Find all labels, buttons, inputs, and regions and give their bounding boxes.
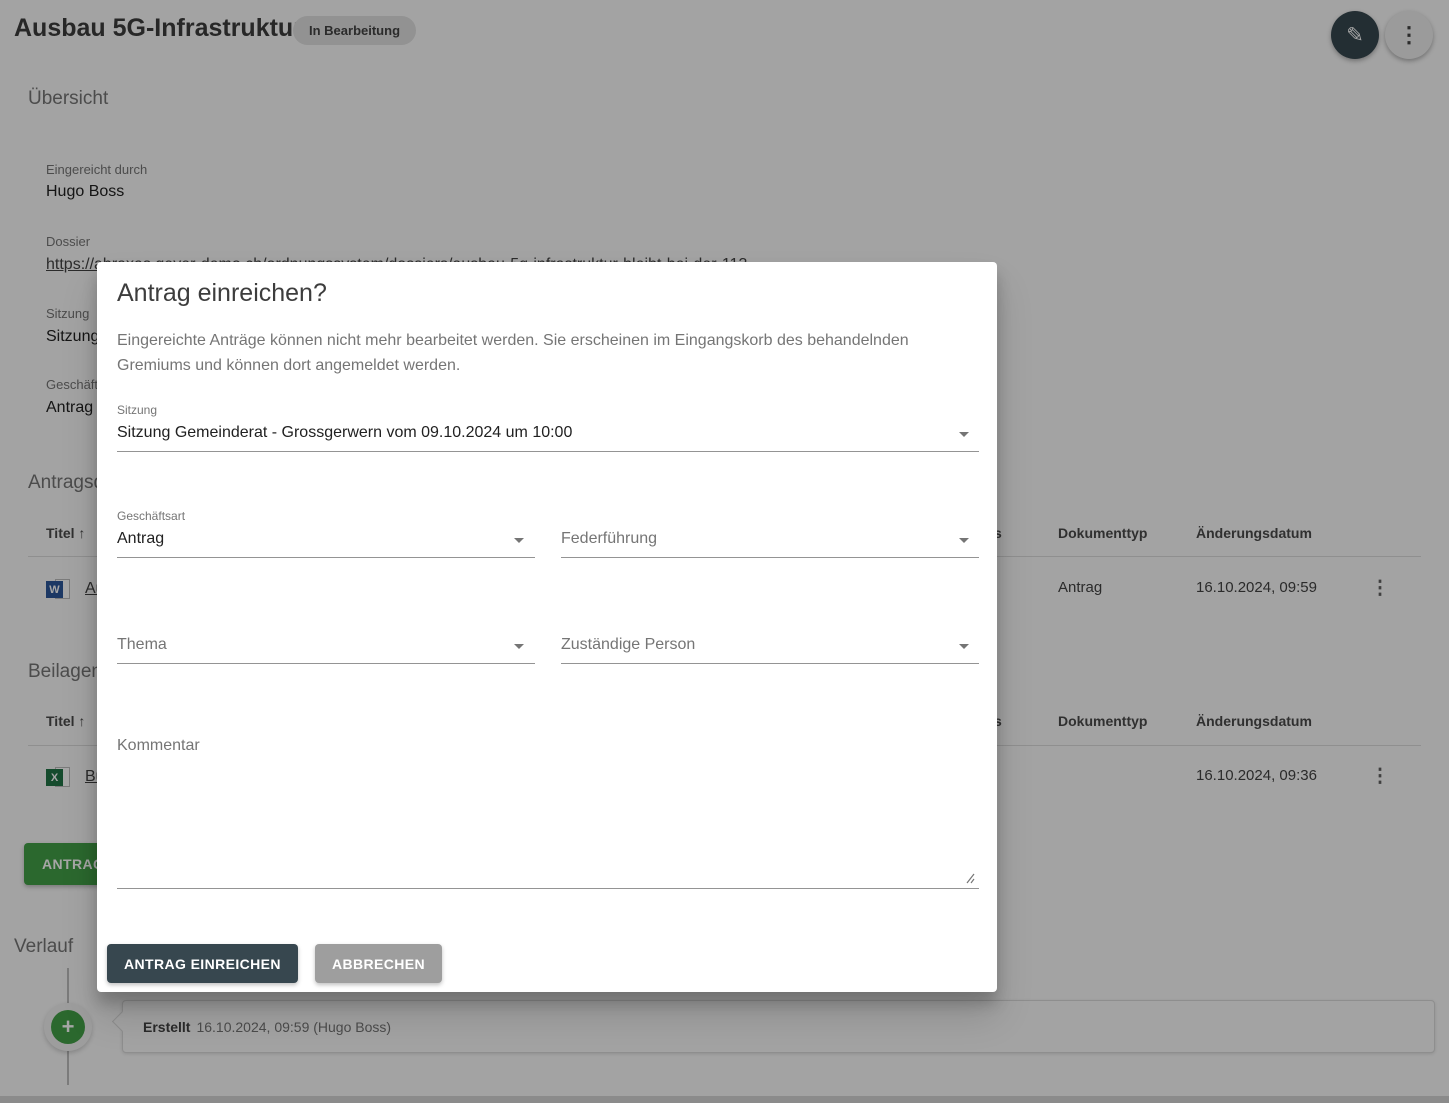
chevron-down-icon[interactable] [959,644,969,649]
chevron-down-icon[interactable] [514,644,524,649]
field-underline [117,888,979,889]
federfuehrung-select[interactable]: Federführung [561,530,657,548]
field-underline [561,557,979,558]
field-underline [561,663,979,664]
field-underline [117,451,979,452]
antrag-einreichen-dialog: Antrag einreichen? Eingereichte Anträge … [97,262,997,992]
kommentar-textarea[interactable] [117,737,977,885]
thema-select[interactable]: Thema [117,636,167,654]
geschaeftsart-select[interactable]: Antrag [117,530,164,548]
field-underline [117,663,535,664]
zustaendige-person-select[interactable]: Zuständige Person [561,636,695,654]
cancel-button[interactable]: ABBRECHEN [315,944,442,983]
geschaeftsart-select-label: Geschäftsart [117,509,185,523]
chevron-down-icon[interactable] [959,538,969,543]
sitzung-select-label: Sitzung [117,403,157,417]
field-underline [117,557,535,558]
dialog-description: Eingereichte Anträge können nicht mehr b… [117,328,979,378]
dialog-title: Antrag einreichen? [117,279,327,308]
sitzung-select[interactable]: Sitzung Gemeinderat - Grossgerwern vom 0… [117,424,572,442]
chevron-down-icon[interactable] [514,538,524,543]
chevron-down-icon[interactable] [959,432,969,437]
resize-handle-icon[interactable] [963,872,975,884]
app-window: Ausbau 5G-Infrastruktur In Bearbeitung ✎… [0,0,1449,1103]
submit-antrag-button[interactable]: ANTRAG EINREICHEN [107,944,298,983]
